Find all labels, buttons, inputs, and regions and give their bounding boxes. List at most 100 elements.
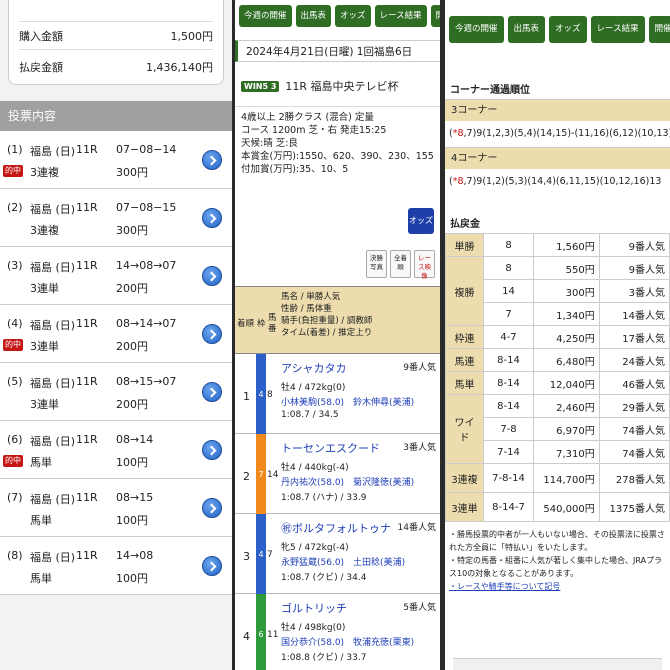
chevron-right-icon[interactable]	[202, 266, 222, 286]
popularity-cell: 9番人気	[598, 256, 670, 280]
bet-amount: 300円	[116, 224, 148, 237]
payout-notes: ・勝馬投票的中者が一人もいない場合、その投票法に投票された方全員に「特払い」をい…	[445, 522, 670, 599]
note-jra-plus10: ・特定の馬番・組番に人気が著しく集中した場合、JRAプラス10の対象となることが…	[449, 556, 663, 578]
bet-item[interactable]: (3) 福島 (日) 11R 14→08→07 3連単 200円	[0, 247, 232, 305]
nav-this-week[interactable]: 今週の開催	[239, 5, 292, 27]
horse-name-link[interactable]: ㊗ボルタフォルトゥナ	[281, 520, 391, 536]
result-row: 3 4 7 ㊗ボルタフォルトゥナ 14番人気 牝5 / 472kg(-4) 永野猛蔵(56.…	[235, 514, 440, 594]
horse-name-link[interactable]: トーセンエスクード	[281, 440, 380, 456]
popularity: 9番人気	[403, 363, 436, 373]
purchase-label: 購入金額	[19, 29, 63, 43]
bet-type-cell: 複勝	[445, 256, 484, 326]
chevron-right-icon[interactable]	[202, 324, 222, 344]
popularity-cell: 1375番人気	[598, 492, 670, 522]
payout-yen-cell: 114,700円	[533, 463, 600, 493]
popularity: 3番人気	[403, 443, 436, 453]
bet-number: (2)	[7, 201, 23, 214]
finish-position: 2	[243, 470, 250, 483]
bet-venue: 福島 (日)	[30, 493, 76, 506]
race-video-button[interactable]: レース映像	[414, 250, 435, 280]
popularity: 14番人気	[397, 523, 436, 533]
nav-results[interactable]: レース結果	[374, 5, 427, 27]
popularity-cell: 3番人気	[598, 279, 670, 303]
bet-number: (7)	[7, 491, 23, 504]
chevron-right-icon[interactable]	[202, 150, 222, 170]
popularity-cell: 17番人気	[598, 325, 670, 349]
result-row: 2 7 14 トーセンエスクード 3番人気 牡4 / 440kg(-4) 丹内祐次(58.0…	[235, 434, 440, 514]
payout-label: 払戻金額	[19, 61, 63, 74]
bet-race: 11R	[76, 143, 98, 156]
nav2-results[interactable]: レース結果	[590, 16, 645, 43]
note-symbols-link[interactable]: ・レースや騎手等について記号	[449, 580, 666, 593]
race-title: 11R 福島中央テレビ杯	[285, 80, 399, 93]
th-position: 着順	[237, 319, 255, 329]
bet-item[interactable]: (5) 福島 (日) 11R 08→15→07 3連単 200円	[0, 363, 232, 421]
bet-item[interactable]: (8) 福島 (日) 11R 14→08 馬単 100円	[0, 537, 232, 595]
bet-item[interactable]: (1) 福島 (日) 11R 07−08−14 的中 3連複 300円	[0, 131, 232, 189]
bet-item[interactable]: (6) 福島 (日) 11R 08→14 的中 馬単 100円	[0, 421, 232, 479]
th-horse-number: 馬番	[268, 313, 277, 334]
bet-venue: 福島 (日)	[30, 261, 76, 274]
popularity-cell: 29番人気	[598, 394, 670, 418]
payout-yen-cell: 540,000円	[533, 492, 600, 522]
nav2-entries[interactable]: 出馬表	[507, 16, 546, 43]
bet-item[interactable]: (2) 福島 (日) 11R 07−08−15 3連複 300円	[0, 189, 232, 247]
time-last3f: 1:08.7 (ハナ) / 33.9	[281, 493, 367, 503]
bet-venue: 福島 (日)	[30, 203, 76, 216]
nav-odds[interactable]: オッズ	[335, 5, 371, 27]
bet-number: (1)	[7, 143, 23, 156]
chevron-right-icon[interactable]	[202, 556, 222, 576]
combination-cell: 8	[483, 233, 534, 257]
jockey-trainer[interactable]: 国分恭介(58.0) 牧浦充徳(栗東)	[281, 635, 414, 648]
all-results-button[interactable]: 全着順	[390, 250, 411, 278]
horse-name-link[interactable]: ゴルトリッチ	[281, 600, 347, 616]
bet-race: 11R	[76, 375, 98, 388]
sex-weight: 牡4 / 472kg(0)	[281, 383, 346, 393]
combination-cell: 7-8-14	[483, 463, 534, 493]
popularity-cell: 9番人気	[598, 233, 670, 257]
hit-badge: 的中	[3, 339, 23, 351]
frame-number: 4	[256, 514, 266, 594]
chevron-right-icon[interactable]	[202, 440, 222, 460]
photo-finish-button[interactable]: 決勝写真	[366, 250, 387, 278]
payout-row: 単勝 8 1,560円 9番人気	[445, 233, 670, 257]
jockey-trainer[interactable]: 小林美駒(58.0) 鈴木伸尋(美浦)	[281, 395, 414, 408]
nav-race-day[interactable]: 開催日	[430, 5, 440, 27]
nav2-odds[interactable]: オッズ	[549, 16, 587, 43]
combination-cell: 14	[483, 279, 534, 303]
finish-position: 4	[243, 630, 250, 643]
horse-name-link[interactable]: アシャカタカ	[281, 360, 347, 376]
bet-type: 3連単	[30, 282, 59, 295]
payout-yen-cell: 300円	[533, 279, 600, 303]
chevron-right-icon[interactable]	[202, 498, 222, 518]
payout-yen-cell: 1,340円	[533, 302, 600, 326]
bet-type-cell: ワイド	[445, 394, 484, 464]
bet-type-cell: 馬単	[445, 371, 484, 395]
bet-item[interactable]: (7) 福島 (日) 11R 08→15 馬単 100円	[0, 479, 232, 537]
bet-combination: 08→15	[116, 491, 154, 504]
bet-number: (4)	[7, 317, 23, 330]
jockey-trainer[interactable]: 丹内祐次(58.0) 菊沢隆徳(美浦)	[281, 475, 414, 488]
nav2-this-week[interactable]: 今週の開催	[449, 16, 504, 43]
top-nav-2: 今週の開催 出馬表 オッズ レース結果 開催日	[445, 0, 670, 49]
th-frame: 枠	[257, 319, 266, 329]
hit-badge: 的中	[3, 455, 23, 467]
sex-weight: 牝5 / 472kg(-4)	[281, 543, 349, 553]
bet-item[interactable]: (4) 福島 (日) 11R 08→14→07 的中 3連単 200円	[0, 305, 232, 363]
payout-yen-cell: 12,040円	[533, 371, 600, 395]
bet-number: (5)	[7, 375, 23, 388]
corner4-label: 4コーナー	[445, 147, 670, 169]
jockey-trainer[interactable]: 永野猛蔵(56.0) 土田稔(美浦)	[281, 555, 405, 568]
nav-entries[interactable]: 出馬表	[295, 5, 332, 27]
nav2-race-day[interactable]: 開催日	[648, 16, 670, 43]
combination-cell: 7-14	[483, 440, 534, 464]
chevron-right-icon[interactable]	[202, 382, 222, 402]
bets-header: 投票内容	[0, 101, 232, 131]
payout-yen-cell: 1,560円	[533, 233, 600, 257]
summary-top-row	[19, 0, 213, 22]
chevron-right-icon[interactable]	[202, 208, 222, 228]
frame-number: 6	[256, 594, 266, 670]
finish-position: 3	[243, 550, 250, 563]
bet-venue: 福島 (日)	[30, 145, 76, 158]
odds-button[interactable]: オッズ	[408, 208, 434, 234]
